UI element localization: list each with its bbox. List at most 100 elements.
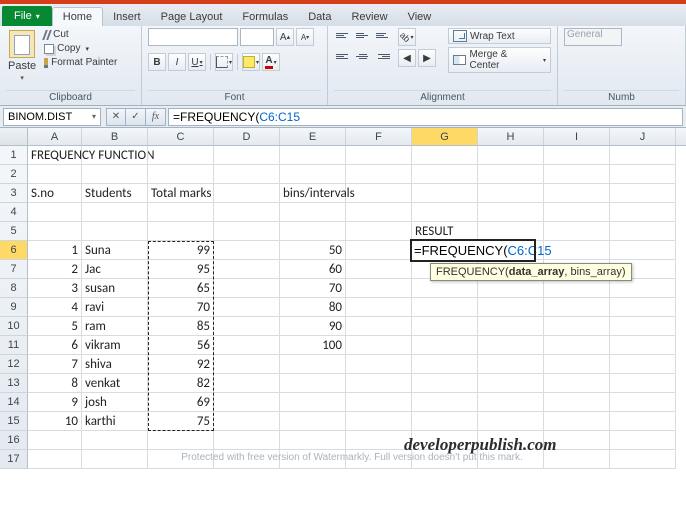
cell-B9[interactable]: ravi (82, 298, 148, 317)
cell-A8[interactable]: 3 (28, 279, 82, 298)
cell-A3[interactable]: S.no (28, 184, 82, 203)
cell-C6[interactable]: 99 (148, 241, 214, 260)
cell-J1[interactable] (610, 146, 676, 165)
cell-C16[interactable] (148, 431, 214, 450)
cell-F15[interactable] (346, 412, 412, 431)
cell-G15[interactable] (412, 412, 478, 431)
cell-C14[interactable]: 69 (148, 393, 214, 412)
orientation-button[interactable]: ab▾ (398, 28, 416, 46)
cell-G4[interactable] (412, 203, 478, 222)
cell-B4[interactable] (82, 203, 148, 222)
column-header-A[interactable]: A (28, 128, 82, 145)
cell-A10[interactable]: 5 (28, 317, 82, 336)
cell-D2[interactable] (214, 165, 280, 184)
cell-F2[interactable] (346, 165, 412, 184)
cell-F1[interactable] (346, 146, 412, 165)
cell-H9[interactable] (478, 298, 544, 317)
cell-I17[interactable] (544, 450, 610, 469)
cell-B13[interactable]: venkat (82, 374, 148, 393)
underline-button[interactable]: U▾ (188, 53, 206, 71)
cell-C9[interactable]: 70 (148, 298, 214, 317)
cell-I1[interactable] (544, 146, 610, 165)
cell-E6[interactable]: 50 (280, 241, 346, 260)
cell-B12[interactable]: shiva (82, 355, 148, 374)
cell-D8[interactable] (214, 279, 280, 298)
cell-B15[interactable]: karthi (82, 412, 148, 431)
cell-B5[interactable] (82, 222, 148, 241)
row-header-6[interactable]: 6 (0, 241, 28, 260)
shrink-font-button[interactable]: A▾ (296, 28, 314, 46)
tab-file[interactable]: File ▾ (2, 6, 52, 26)
cell-E12[interactable] (280, 355, 346, 374)
cell-J17[interactable] (610, 450, 676, 469)
cell-D4[interactable] (214, 203, 280, 222)
column-header-E[interactable]: E (280, 128, 346, 145)
paste-button[interactable]: Paste ▾ (6, 28, 38, 84)
cell-I13[interactable] (544, 374, 610, 393)
cell-G16[interactable] (412, 431, 478, 450)
select-all-corner[interactable] (0, 128, 28, 145)
cell-F10[interactable] (346, 317, 412, 336)
cell-D13[interactable] (214, 374, 280, 393)
cell-J5[interactable] (610, 222, 676, 241)
grow-font-button[interactable]: A▴ (276, 28, 294, 46)
name-box[interactable]: BINOM.DIST▾ (3, 108, 101, 126)
cell-B3[interactable]: Students (82, 184, 148, 203)
cell-H15[interactable] (478, 412, 544, 431)
cell-F16[interactable] (346, 431, 412, 450)
cell-D5[interactable] (214, 222, 280, 241)
cell-E8[interactable]: 70 (280, 279, 346, 298)
cell-C8[interactable]: 65 (148, 279, 214, 298)
cell-A2[interactable] (28, 165, 82, 184)
cell-H13[interactable] (478, 374, 544, 393)
cell-B11[interactable]: vikram (82, 336, 148, 355)
column-header-H[interactable]: H (478, 128, 544, 145)
cell-G11[interactable] (412, 336, 478, 355)
tab-view[interactable]: View (398, 8, 442, 26)
cell-C5[interactable] (148, 222, 214, 241)
cell-H12[interactable] (478, 355, 544, 374)
tab-review[interactable]: Review (341, 8, 397, 26)
cell-E4[interactable] (280, 203, 346, 222)
cell-I15[interactable] (544, 412, 610, 431)
copy-button[interactable]: Copy▾ (42, 42, 119, 55)
cell-J14[interactable] (610, 393, 676, 412)
cell-G8[interactable] (412, 279, 478, 298)
row-header-15[interactable]: 15 (0, 412, 28, 431)
cell-A9[interactable]: 4 (28, 298, 82, 317)
format-painter-button[interactable]: Format Painter (42, 56, 119, 69)
cell-I10[interactable] (544, 317, 610, 336)
cell-E2[interactable] (280, 165, 346, 184)
cell-A12[interactable]: 7 (28, 355, 82, 374)
cell-H17[interactable] (478, 450, 544, 469)
cell-F14[interactable] (346, 393, 412, 412)
cell-C17[interactable] (148, 450, 214, 469)
cell-G2[interactable] (412, 165, 478, 184)
cell-F17[interactable] (346, 450, 412, 469)
row-header-1[interactable]: 1 (0, 146, 28, 165)
row-header-10[interactable]: 10 (0, 317, 28, 336)
cell-H5[interactable] (478, 222, 544, 241)
function-tooltip[interactable]: FREQUENCY(data_array, bins_array) (430, 263, 632, 281)
font-size-select[interactable] (240, 28, 274, 46)
cell-A14[interactable]: 9 (28, 393, 82, 412)
align-center-button[interactable] (354, 49, 372, 63)
align-right-button[interactable] (374, 49, 392, 63)
cell-H8[interactable] (478, 279, 544, 298)
cell-J16[interactable] (610, 431, 676, 450)
cell-C11[interactable]: 56 (148, 336, 214, 355)
cell-I8[interactable] (544, 279, 610, 298)
cell-I16[interactable] (544, 431, 610, 450)
cell-A7[interactable]: 2 (28, 260, 82, 279)
cell-H10[interactable] (478, 317, 544, 336)
cell-E14[interactable] (280, 393, 346, 412)
border-button[interactable]: ▾ (215, 53, 233, 71)
cell-G1[interactable] (412, 146, 478, 165)
row-header-13[interactable]: 13 (0, 374, 28, 393)
cell-J15[interactable] (610, 412, 676, 431)
cell-F5[interactable] (346, 222, 412, 241)
cell-A13[interactable]: 8 (28, 374, 82, 393)
cell-J6[interactable] (610, 241, 676, 260)
cell-D11[interactable] (214, 336, 280, 355)
column-header-B[interactable]: B (82, 128, 148, 145)
